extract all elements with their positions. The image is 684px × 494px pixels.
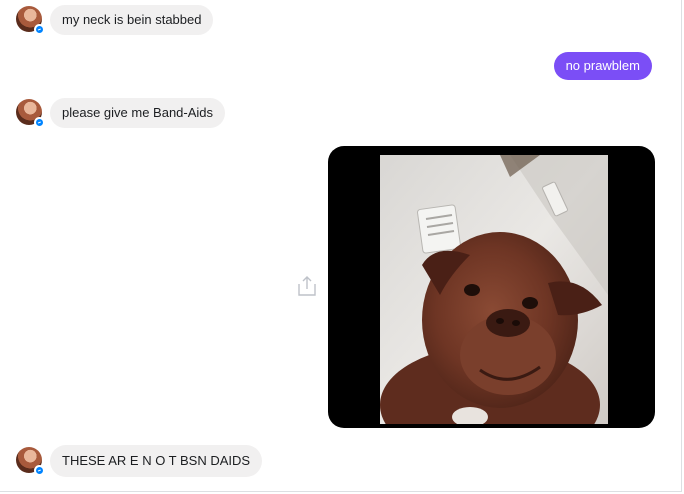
outgoing-message[interactable]: no prawblem xyxy=(553,52,652,80)
incoming-message[interactable]: my neck is bein stabbed xyxy=(50,5,214,35)
messenger-badge-icon xyxy=(34,24,45,35)
share-icon[interactable] xyxy=(297,275,317,297)
contact-avatar[interactable] xyxy=(16,99,45,128)
photo-message[interactable] xyxy=(328,146,655,428)
incoming-message[interactable]: THESE AR E N O T BSN DAIDS xyxy=(50,445,263,477)
dog-photo[interactable] xyxy=(380,155,608,424)
chat-window: my neck is bein stabbed no prawblem plea… xyxy=(0,0,682,492)
dog-image xyxy=(380,155,608,424)
messenger-badge-icon xyxy=(34,117,45,128)
incoming-message[interactable]: please give me Band-Aids xyxy=(50,98,226,128)
contact-avatar[interactable] xyxy=(16,447,45,476)
messenger-badge-icon xyxy=(34,465,45,476)
contact-avatar[interactable] xyxy=(16,6,45,35)
